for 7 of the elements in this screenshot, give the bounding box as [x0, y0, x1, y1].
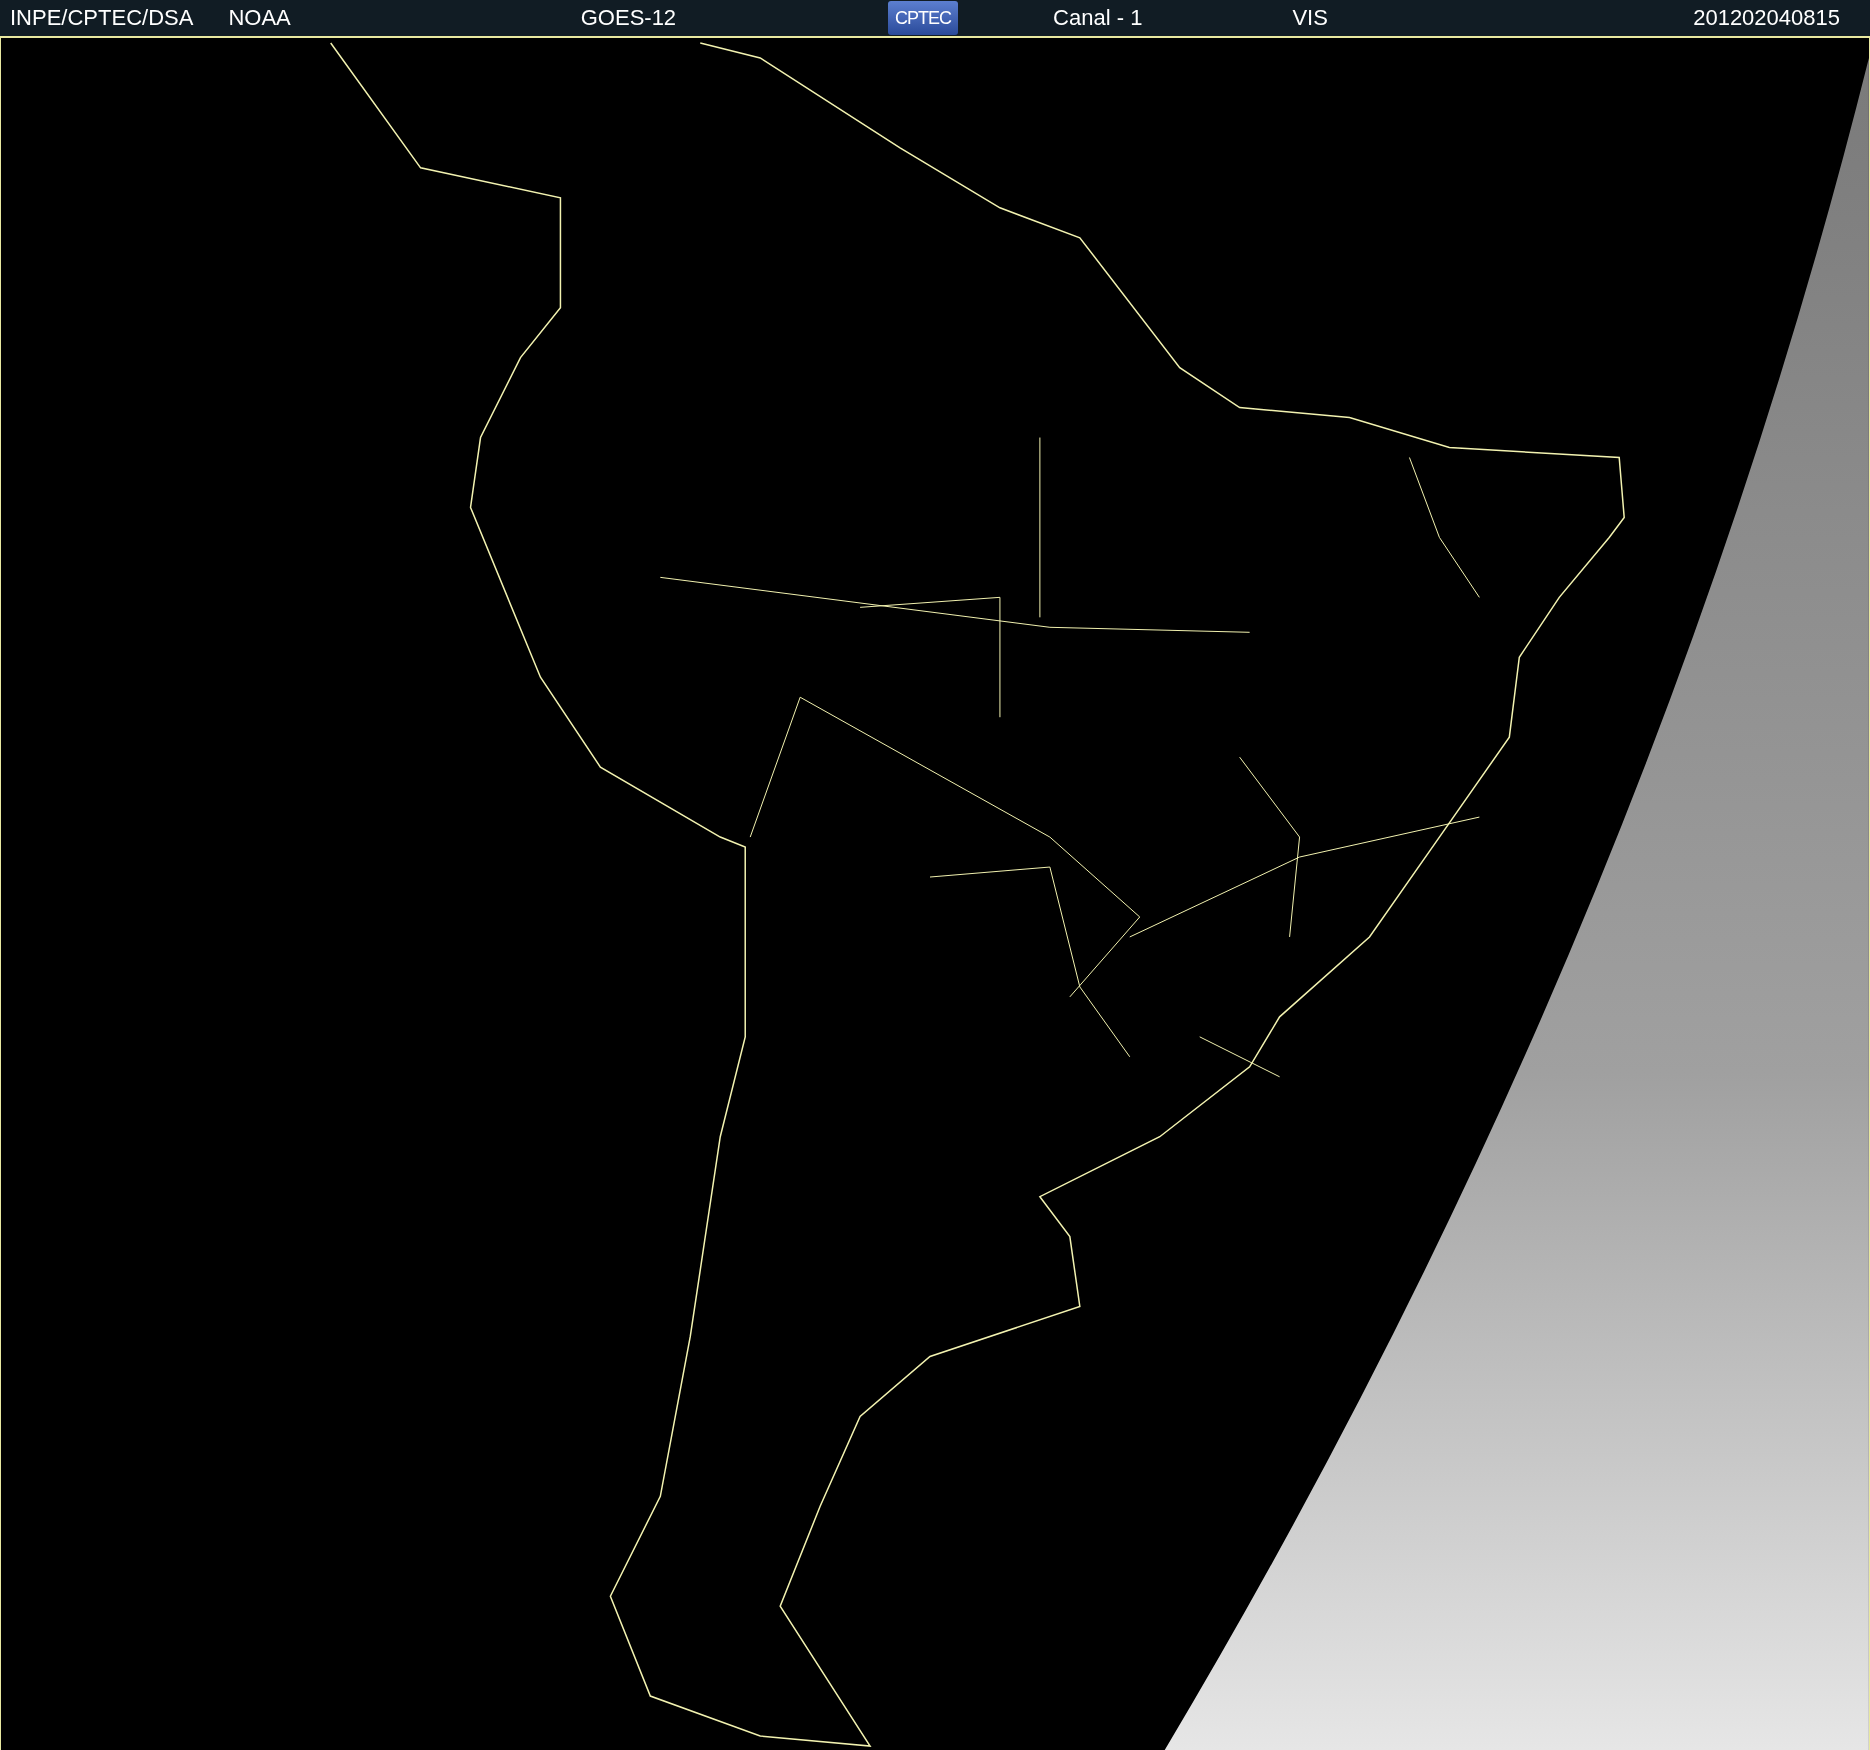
band-label: VIS [1292, 5, 1328, 31]
channel-label: Canal - 1 [1053, 5, 1143, 31]
timestamp-label: 201202040815 [1693, 5, 1840, 31]
source-label: INPE/CPTEC/DSA [10, 5, 194, 31]
agency-label: NOAA [228, 5, 291, 31]
logo: CPTEC [888, 1, 959, 35]
satellite-label: GOES-12 [580, 5, 677, 31]
